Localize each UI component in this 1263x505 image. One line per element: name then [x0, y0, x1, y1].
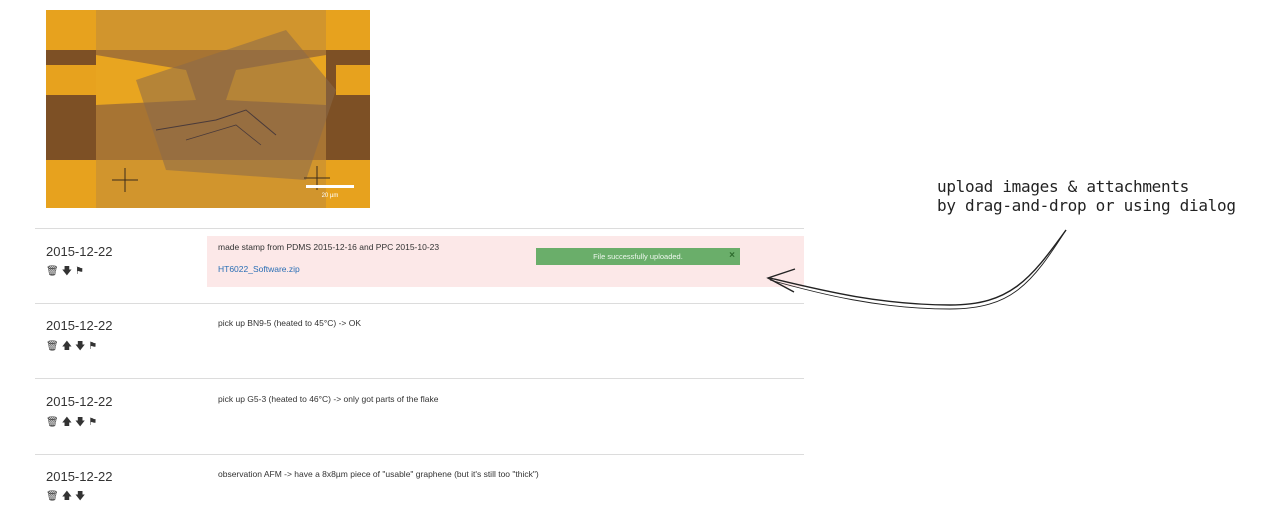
entry-date: 2015-12-22 — [46, 394, 113, 409]
entry-row: 2015-12-22 🗑 🡅 🡇 ⚑ pick up G5-3 (heated … — [35, 378, 804, 455]
attachment-link[interactable]: HT6022_Software.zip — [218, 264, 300, 274]
entry-text: pick up G5-3 (heated to 46°C) -> only go… — [218, 394, 439, 404]
entry-text: observation AFM -> have a 8x8µm piece of… — [218, 469, 539, 479]
flag-icon[interactable]: ⚑ — [88, 418, 97, 428]
close-icon[interactable]: × — [729, 250, 735, 261]
arrow-up-icon[interactable]: 🡅 — [62, 418, 72, 428]
annotation-line: upload images & attachments — [937, 177, 1189, 196]
entry-date: 2015-12-22 — [46, 469, 113, 484]
entry-actions: 🗑 🡅 🡇 ⚑ — [46, 418, 97, 428]
entry-actions: 🗑 🡅 🡇 ⚑ — [46, 342, 97, 352]
microscope-photo: 20 µm — [46, 10, 370, 208]
trash-icon[interactable]: 🗑 — [46, 342, 59, 352]
annotation-line: by drag-and-drop or using dialog — [937, 196, 1236, 215]
entry-text: made stamp from PDMS 2015-12-16 and PPC … — [218, 242, 440, 252]
entry-text: pick up BN9-5 (heated to 45°C) -> OK — [218, 318, 362, 328]
entry-actions: 🗑 🡇 ⚑ — [46, 267, 84, 277]
flag-icon[interactable]: ⚑ — [88, 342, 97, 352]
arrow-up-icon[interactable]: 🡅 — [62, 342, 72, 352]
entry-date: 2015-12-22 — [46, 318, 113, 333]
entry-actions: 🗑 🡅 🡇 — [46, 492, 85, 502]
flag-icon[interactable]: ⚑ — [75, 267, 84, 277]
arrow-down-icon[interactable]: 🡇 — [75, 492, 85, 502]
upload-success-toast: File successfully uploaded. × — [536, 248, 740, 265]
trash-icon[interactable]: 🗑 — [46, 418, 59, 428]
entry-row: 2015-12-22 🗑 🡅 🡇 ⚑ pick up BN9-5 (heated… — [35, 303, 804, 379]
entry-row: 2015-12-22 🗑 🡇 ⚑ made stamp from PDMS 20… — [35, 228, 804, 304]
arrow-down-icon[interactable]: 🡇 — [75, 418, 85, 428]
scale-bar-label: 20 µm — [322, 193, 339, 199]
toast-message: File successfully uploaded. — [593, 252, 683, 261]
arrow-down-icon[interactable]: 🡇 — [62, 267, 72, 277]
trash-icon[interactable]: 🗑 — [46, 492, 59, 502]
entry-date: 2015-12-22 — [46, 244, 113, 259]
arrow-up-icon[interactable]: 🡅 — [62, 492, 72, 502]
entry-row: 2015-12-22 🗑 🡅 🡇 observation AFM -> have… — [35, 454, 804, 505]
trash-icon[interactable]: 🗑 — [46, 267, 59, 277]
microscope-image: 20 µm — [46, 10, 370, 208]
arrow-down-icon[interactable]: 🡇 — [75, 342, 85, 352]
annotation-text: upload images & attachments by drag-and-… — [937, 177, 1236, 215]
